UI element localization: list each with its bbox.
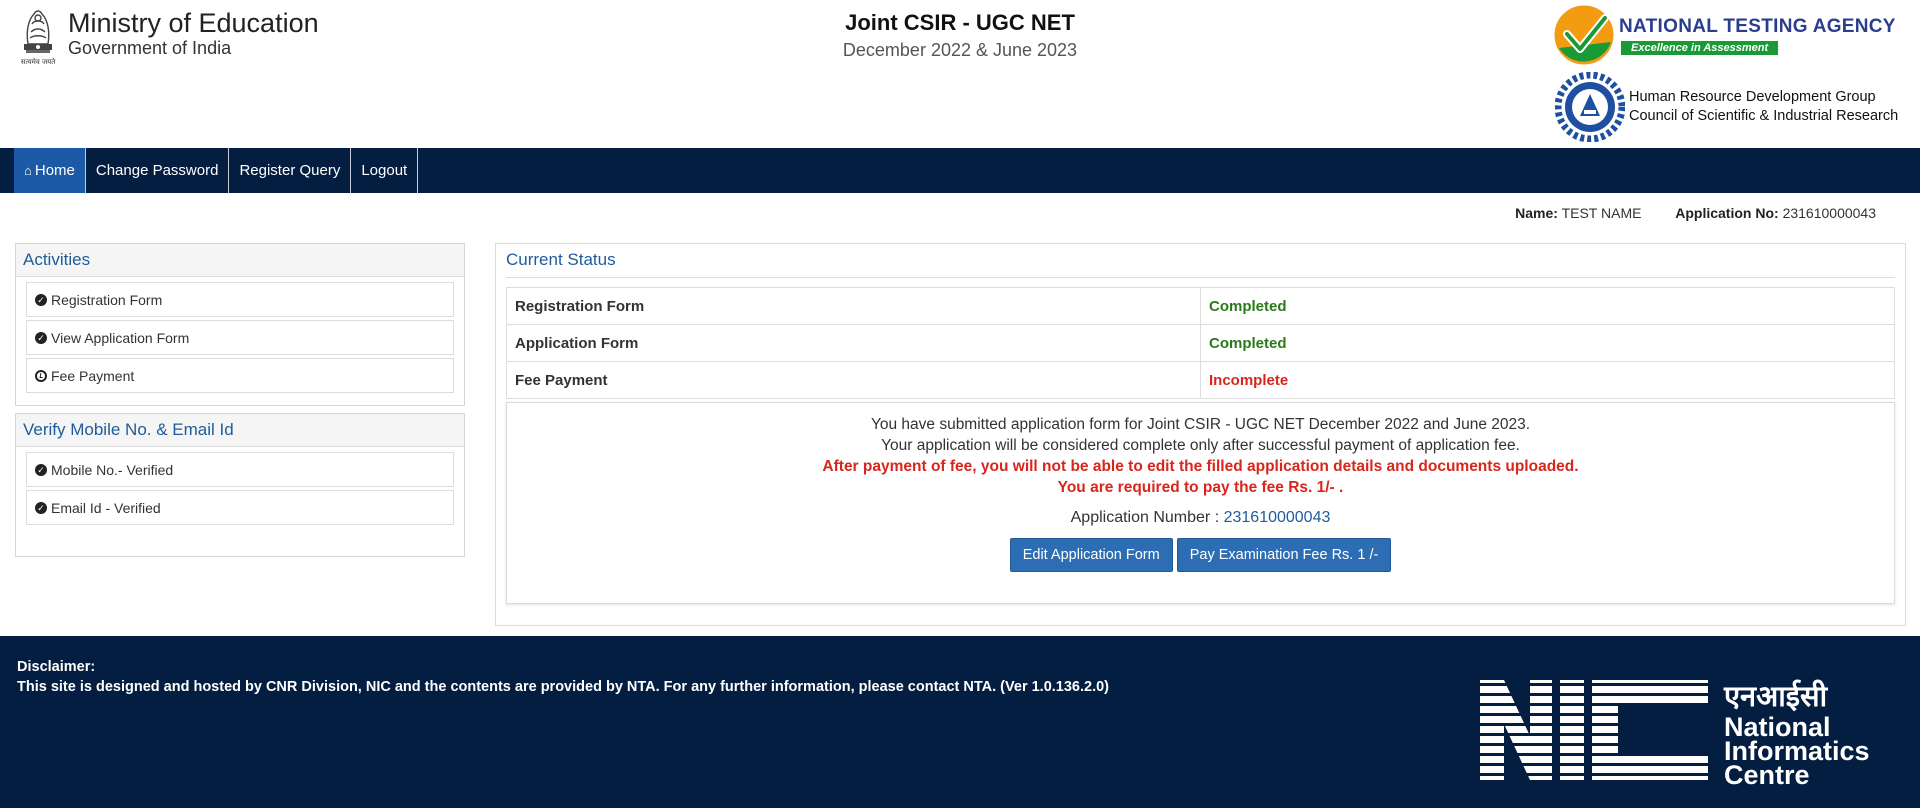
- nic-hindi: एनआईसी: [1723, 679, 1829, 713]
- application-number: Application Number : 231610000043: [507, 507, 1894, 528]
- name-value: TEST NAME: [1561, 205, 1642, 221]
- csir-logo-icon: [1555, 72, 1625, 142]
- nta-logo-icon: [1554, 5, 1614, 65]
- verify-email[interactable]: ✓ Email Id - Verified: [26, 490, 454, 525]
- table-row: Fee Payment Incomplete: [506, 361, 1895, 399]
- application-number-value: 231610000043: [1223, 509, 1331, 526]
- verify-label: Mobile No.- Verified: [51, 461, 174, 478]
- nta-brand: NATIONAL TESTING AGENCY Excellence in As…: [1553, 4, 1896, 66]
- nav-change-password[interactable]: Change Password: [86, 148, 230, 193]
- nta-name: NATIONAL TESTING AGENCY: [1619, 15, 1896, 37]
- page-footer: Disclaimer: This site is designed and ho…: [0, 636, 1920, 808]
- status-row-label: Application Form: [506, 324, 1201, 362]
- status-table: Registration Form Completed Application …: [506, 287, 1895, 399]
- nav-logout-label: Logout: [361, 162, 408, 179]
- csir-line2: Council of Scientific & Industrial Resea…: [1629, 108, 1899, 124]
- nav-logout[interactable]: Logout: [351, 148, 419, 193]
- activity-view-application-form[interactable]: ✓ View Application Form: [26, 320, 454, 355]
- disclaimer: Disclaimer: This site is designed and ho…: [17, 657, 1109, 697]
- disclaimer-text: This site is designed and hosted by CNR …: [17, 679, 1110, 695]
- status-row-label: Fee Payment: [506, 361, 1201, 399]
- nic-logo: एनआईसी National Informatics Centre: [1480, 679, 1870, 786]
- verify-label: Email Id - Verified: [51, 499, 161, 516]
- page-header: सत्यमेव जयते Ministry of Education Gover…: [0, 0, 1920, 148]
- nav-register-query[interactable]: Register Query: [229, 148, 352, 193]
- nic-line3: Centre: [1724, 760, 1810, 786]
- activity-label: View Application Form: [51, 329, 190, 346]
- disclaimer-label: Disclaimer:: [17, 659, 96, 675]
- check-circle-icon: ✓: [35, 331, 47, 344]
- activity-registration-form[interactable]: ✓ Registration Form: [26, 282, 454, 317]
- name-label: Name:: [1515, 205, 1558, 221]
- verify-mobile[interactable]: ✓ Mobile No.- Verified: [26, 452, 454, 487]
- check-circle-icon: ✓: [35, 501, 47, 514]
- user-info: Name: TEST NAME Application No: 23161000…: [1515, 205, 1876, 221]
- status-row-label: Registration Form: [506, 287, 1201, 325]
- status-row-value: Completed: [1200, 287, 1895, 325]
- activities-panel: Activities ✓ Registration Form ✓ View Ap…: [15, 243, 465, 406]
- nav-register-query-label: Register Query: [239, 162, 341, 179]
- application-no-label: Application No:: [1675, 205, 1779, 221]
- status-row-value: Incomplete: [1200, 361, 1895, 399]
- table-row: Registration Form Completed: [506, 287, 1895, 325]
- notice-line1: You have submitted application form for …: [870, 416, 1531, 433]
- notice-line2: Your application will be considered comp…: [881, 437, 1520, 454]
- application-no-value: 231610000043: [1782, 205, 1876, 221]
- current-status-title: Current Status: [506, 250, 616, 269]
- pay-examination-fee-button[interactable]: Pay Examination Fee Rs. 1 /-: [1176, 538, 1392, 572]
- check-circle-icon: ✓: [35, 293, 47, 306]
- csir-line1: Human Resource Development Group: [1629, 89, 1876, 105]
- verify-title: Verify Mobile No. & Email Id: [16, 414, 464, 447]
- table-row: Application Form Completed: [506, 324, 1895, 362]
- csir-brand: Human Resource Development Group Council…: [1555, 72, 1898, 142]
- submission-notice: You have submitted application form for …: [506, 402, 1895, 604]
- activity-label: Fee Payment: [51, 367, 135, 384]
- main-nav: ⌂ Home Change Password Register Query Lo…: [0, 148, 1920, 193]
- notice-warning2: You are required to pay the fee Rs. 1/- …: [1057, 479, 1344, 496]
- activities-title: Activities: [16, 244, 464, 277]
- verify-panel: Verify Mobile No. & Email Id ✓ Mobile No…: [15, 413, 465, 557]
- edit-application-form-button[interactable]: Edit Application Form: [1009, 538, 1173, 572]
- activity-label: Registration Form: [51, 291, 163, 308]
- divider: [506, 277, 1895, 278]
- check-circle-icon: ✓: [35, 463, 47, 476]
- home-icon: ⌂: [24, 163, 32, 178]
- nta-tagline: Excellence in Assessment: [1621, 40, 1779, 55]
- current-status-panel: Current Status Registration Form Complet…: [495, 243, 1906, 626]
- nav-home-label: Home: [34, 162, 75, 179]
- nav-home[interactable]: ⌂ Home: [14, 148, 86, 193]
- nav-change-password-label: Change Password: [95, 162, 219, 179]
- notice-warning1: After payment of fee, you will not be ab…: [822, 458, 1579, 475]
- status-row-value: Completed: [1200, 324, 1895, 362]
- clock-circle-icon: [35, 369, 47, 382]
- activity-fee-payment[interactable]: Fee Payment: [26, 358, 454, 393]
- application-number-label: Application Number :: [1070, 509, 1220, 526]
